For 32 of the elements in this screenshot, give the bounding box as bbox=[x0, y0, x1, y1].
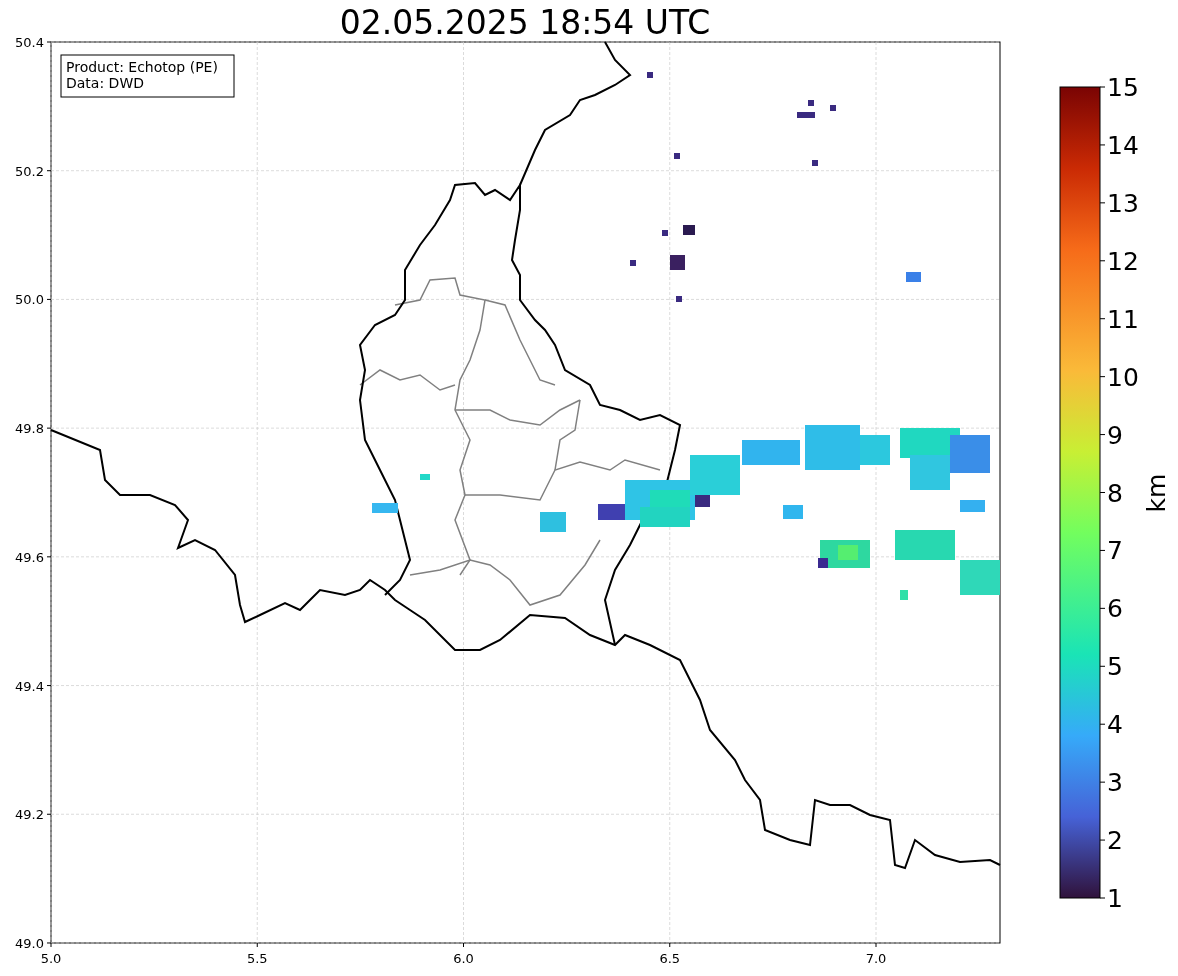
axis-tick-label: 49.2 bbox=[15, 807, 44, 823]
colorbar-tick-label: 14 bbox=[1107, 130, 1139, 160]
axis-tick-label: 5.0 bbox=[40, 951, 62, 966]
colorbar-label: km bbox=[1142, 473, 1171, 513]
colorbar-tick-label: 12 bbox=[1107, 246, 1139, 276]
axis-tick-label: 49.4 bbox=[15, 678, 44, 694]
axis-tick-label: 7.0 bbox=[865, 951, 887, 966]
colorbar-tick-label: 11 bbox=[1107, 304, 1139, 334]
colorbar-tick-label: 3 bbox=[1107, 768, 1123, 798]
colorbar-tick-label: 9 bbox=[1107, 420, 1123, 450]
colorbar-tick-label: 13 bbox=[1107, 188, 1139, 218]
colorbar-tick-label: 6 bbox=[1107, 594, 1123, 624]
axis-tick-label: 50.4 bbox=[15, 35, 44, 50]
info-text: Product: Echotop (PE) bbox=[66, 59, 218, 75]
colorbar-tick-label: 5 bbox=[1107, 652, 1123, 682]
colorbar-tick-label: 10 bbox=[1107, 362, 1139, 392]
axis-tick-label: 6.5 bbox=[659, 951, 681, 966]
axis-tick-label: 5.5 bbox=[246, 951, 268, 966]
axis-tick-label: 6.0 bbox=[453, 951, 474, 966]
colorbar-tick-label: 7 bbox=[1107, 536, 1123, 566]
axis-tick-label: 49.8 bbox=[15, 421, 44, 437]
colorbar-tick-label: 15 bbox=[1107, 73, 1139, 102]
colorbar-tick-label: 2 bbox=[1107, 826, 1123, 856]
axis-tick-label: 49.6 bbox=[15, 549, 44, 565]
axis-tick-label: 50.2 bbox=[15, 163, 44, 179]
axis-tick-label: 49.0 bbox=[15, 935, 44, 951]
colorbar-tick-label: 1 bbox=[1107, 884, 1123, 913]
colorbar-tick-label: 4 bbox=[1107, 710, 1123, 740]
chart-title: 02.05.2025 18:54 UTC bbox=[339, 3, 711, 42]
colorbar-tick-label: 8 bbox=[1107, 478, 1123, 508]
info-text: Data: DWD bbox=[66, 75, 144, 91]
axis-tick-label: 50.0 bbox=[15, 292, 44, 308]
